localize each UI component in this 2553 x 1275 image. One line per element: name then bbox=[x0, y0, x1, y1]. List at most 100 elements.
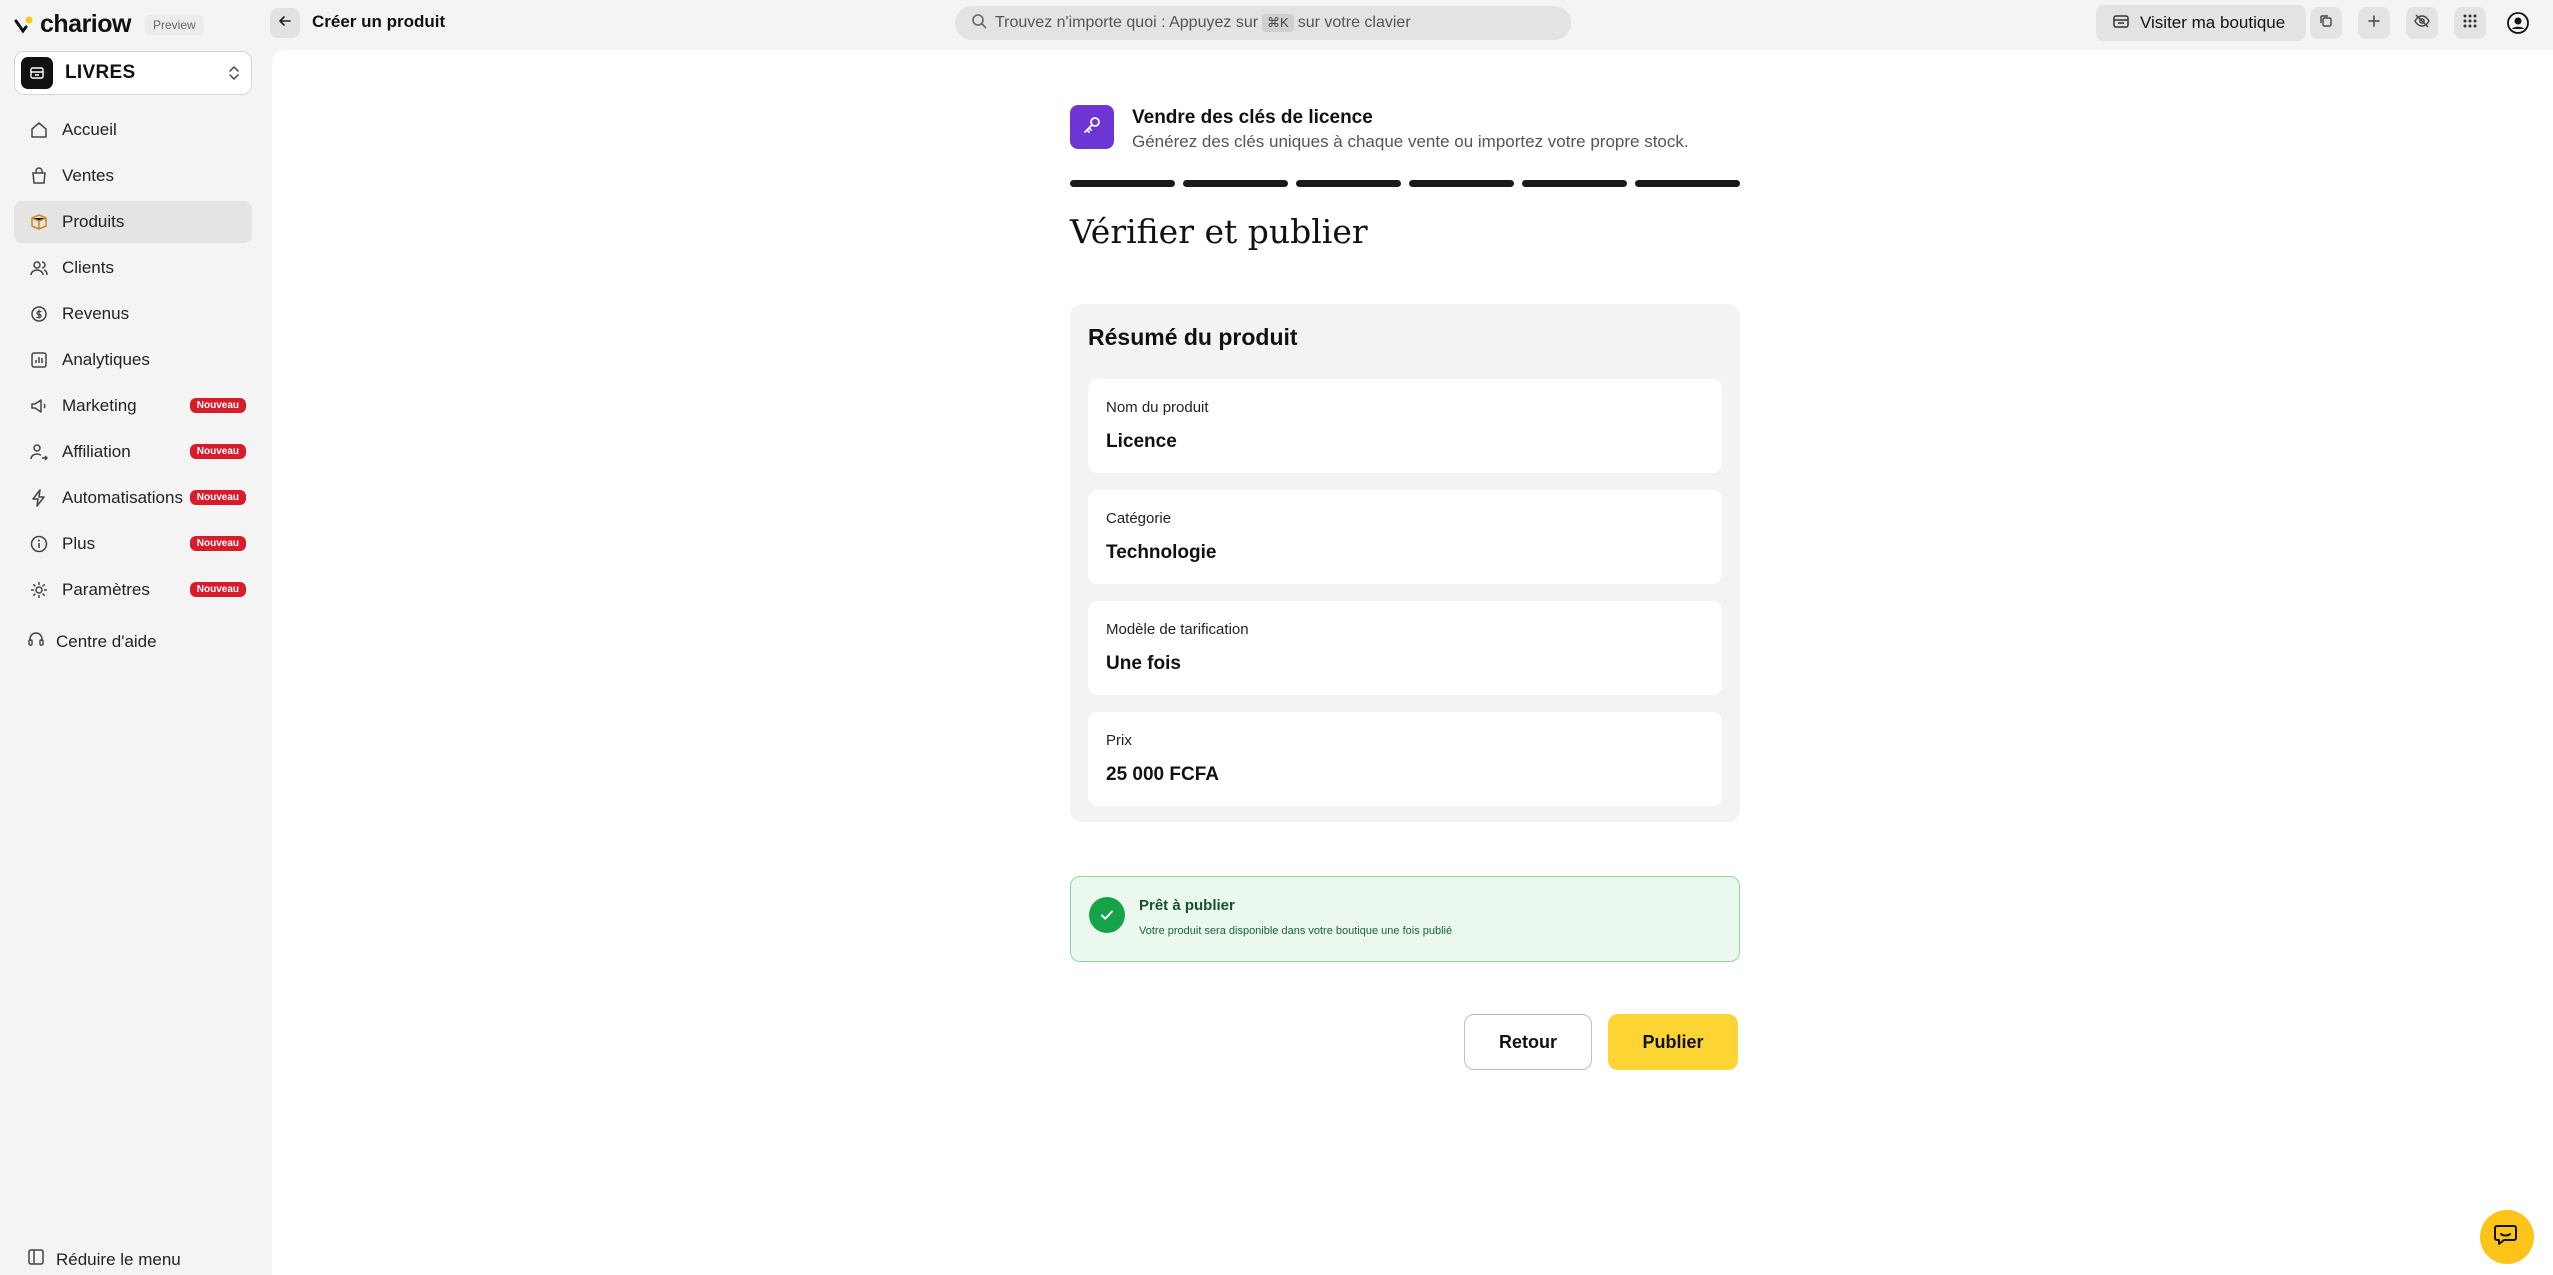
user-avatar[interactable] bbox=[2506, 11, 2530, 40]
sidebar-item-label: Automatisations bbox=[62, 488, 183, 507]
affiliate-icon bbox=[28, 441, 50, 463]
sidebar-item-automatisations[interactable]: Automatisations Nouveau bbox=[14, 477, 252, 519]
sidebar-item-label: Analytiques bbox=[62, 350, 150, 369]
sidebar-item-plus[interactable]: Plus Nouveau bbox=[14, 523, 252, 565]
collapse-menu-button[interactable]: Réduire le menu bbox=[26, 1247, 181, 1272]
info-icon bbox=[28, 533, 50, 555]
field-value: Une fois bbox=[1106, 653, 1181, 674]
money-icon bbox=[28, 303, 50, 325]
store-name: LIVRES bbox=[65, 62, 136, 83]
sidebar-nav: Accueil Ventes Produits Clients Revenus … bbox=[14, 109, 252, 615]
apps-button[interactable] bbox=[2454, 7, 2486, 39]
sidebar-item-revenus[interactable]: Revenus bbox=[14, 293, 252, 335]
new-badge: Nouveau bbox=[189, 398, 246, 413]
brand-name: chariow bbox=[40, 10, 131, 38]
new-badge: Nouveau bbox=[189, 536, 246, 551]
sidebar-item-ventes[interactable]: Ventes bbox=[14, 155, 252, 197]
sidebar-item-label: Marketing bbox=[62, 396, 137, 415]
sidebar-item-accueil[interactable]: Accueil bbox=[14, 109, 252, 151]
sidebar-item-analytiques[interactable]: Analytiques bbox=[14, 339, 252, 381]
add-button[interactable] bbox=[2358, 7, 2390, 39]
collapse-menu-label: Réduire le menu bbox=[56, 1249, 181, 1269]
check-icon bbox=[1089, 897, 1125, 933]
copy-icon bbox=[2318, 13, 2334, 34]
arrow-left-icon bbox=[277, 13, 293, 34]
search-icon bbox=[955, 13, 995, 34]
field-value: 25 000 FCFA bbox=[1106, 764, 1219, 785]
sidebar-item-label: Revenus bbox=[62, 304, 130, 323]
field-value: Technologie bbox=[1106, 542, 1217, 563]
sidebar-item-label: Paramètres bbox=[62, 580, 150, 599]
progress-step bbox=[1070, 180, 1175, 187]
key-icon bbox=[1080, 113, 1104, 142]
field-label: Nom du produit bbox=[1106, 399, 1209, 416]
field-label: Modèle de tarification bbox=[1106, 621, 1249, 638]
visit-store-button[interactable]: Visiter ma boutique bbox=[2096, 5, 2306, 41]
flow-subtitle: Générez des clés uniques à chaque vente … bbox=[1132, 132, 1689, 151]
sidebar-item-label: Produits bbox=[62, 212, 125, 231]
preview-badge: Preview bbox=[144, 14, 204, 35]
step-progress bbox=[1070, 180, 1740, 187]
progress-step bbox=[1296, 180, 1401, 187]
back-arrow-button[interactable] bbox=[270, 8, 300, 38]
headset-icon bbox=[26, 629, 46, 654]
chevron-updown-icon bbox=[227, 64, 241, 87]
summary-field-category: Catégorie Technologie bbox=[1088, 490, 1722, 584]
summary-field-pricing-model: Modèle de tarification Une fois bbox=[1088, 601, 1722, 695]
summary-title: Résumé du produit bbox=[1088, 324, 1298, 350]
sidebar-item-produits[interactable]: Produits bbox=[14, 201, 252, 243]
new-badge: Nouveau bbox=[189, 490, 246, 505]
sidebar-toggle-icon bbox=[26, 1247, 46, 1272]
plus-icon bbox=[2366, 13, 2382, 34]
new-badge: Nouveau bbox=[189, 582, 246, 597]
search-placeholder-prefix: Trouvez n'importe quoi : Appuyez sur bbox=[995, 14, 1259, 31]
grid-icon bbox=[2462, 13, 2478, 34]
brand-logo[interactable]: chariow Preview bbox=[14, 10, 204, 39]
search-input[interactable]: Trouvez n'importe quoi : Appuyez sur ⌘K … bbox=[955, 6, 1571, 40]
search-shortcut-key: ⌘K bbox=[1262, 14, 1294, 32]
store-selector[interactable]: LIVRES bbox=[14, 51, 252, 95]
help-center-label: Centre d'aide bbox=[56, 631, 157, 651]
box-icon bbox=[28, 211, 50, 233]
hide-preview-button[interactable] bbox=[2406, 7, 2438, 39]
ready-to-publish-notice: Prêt à publier Votre produit sera dispon… bbox=[1070, 876, 1740, 962]
users-icon bbox=[28, 257, 50, 279]
bolt-icon bbox=[28, 487, 50, 509]
store-icon bbox=[2096, 12, 2140, 35]
page-title: Vérifier et publier bbox=[1070, 212, 1368, 251]
gear-icon bbox=[28, 579, 50, 601]
sidebar-item-affiliation[interactable]: Affiliation Nouveau bbox=[14, 431, 252, 473]
main-content: Vendre des clés de licence Générez des c… bbox=[272, 50, 2553, 1275]
sidebar-item-label: Ventes bbox=[62, 166, 114, 185]
sidebar-item-help-center[interactable]: Centre d'aide bbox=[26, 629, 157, 654]
sidebar-item-label: Plus bbox=[62, 534, 96, 553]
sidebar-item-parametres[interactable]: Paramètres Nouveau bbox=[14, 569, 252, 611]
user-icon bbox=[2506, 12, 2530, 39]
visit-store-label: Visiter ma boutique bbox=[2140, 13, 2286, 32]
summary-field-name: Nom du produit Licence bbox=[1088, 379, 1722, 473]
field-label: Catégorie bbox=[1106, 510, 1172, 527]
chat-icon bbox=[2492, 1220, 2522, 1255]
sidebar-item-clients[interactable]: Clients bbox=[14, 247, 252, 289]
ready-subtitle: Votre produit sera disponible dans votre… bbox=[1139, 925, 1453, 937]
field-label: Prix bbox=[1106, 732, 1132, 749]
progress-step bbox=[1183, 180, 1288, 187]
flow-title: Vendre des clés de licence bbox=[1132, 107, 1373, 128]
store-logo-icon bbox=[21, 57, 53, 89]
sidebar-item-label: Clients bbox=[62, 258, 114, 277]
chart-icon bbox=[28, 349, 50, 371]
publish-button[interactable]: Publier bbox=[1608, 1014, 1738, 1070]
sidebar-item-marketing[interactable]: Marketing Nouveau bbox=[14, 385, 252, 427]
home-icon bbox=[28, 119, 50, 141]
page-breadcrumb-title: Créer un produit bbox=[312, 12, 446, 31]
product-summary-card: Résumé du produit Nom du produit Licence… bbox=[1070, 304, 1740, 822]
megaphone-icon bbox=[28, 395, 50, 417]
copy-button[interactable] bbox=[2310, 7, 2342, 39]
field-value: Licence bbox=[1106, 431, 1177, 452]
back-button[interactable]: Retour bbox=[1464, 1014, 1592, 1070]
support-chat-button[interactable] bbox=[2480, 1210, 2534, 1264]
sidebar-item-label: Affiliation bbox=[62, 442, 131, 461]
summary-field-price: Prix 25 000 FCFA bbox=[1088, 712, 1722, 806]
sidebar-item-label: Accueil bbox=[62, 120, 117, 139]
new-badge: Nouveau bbox=[189, 444, 246, 459]
